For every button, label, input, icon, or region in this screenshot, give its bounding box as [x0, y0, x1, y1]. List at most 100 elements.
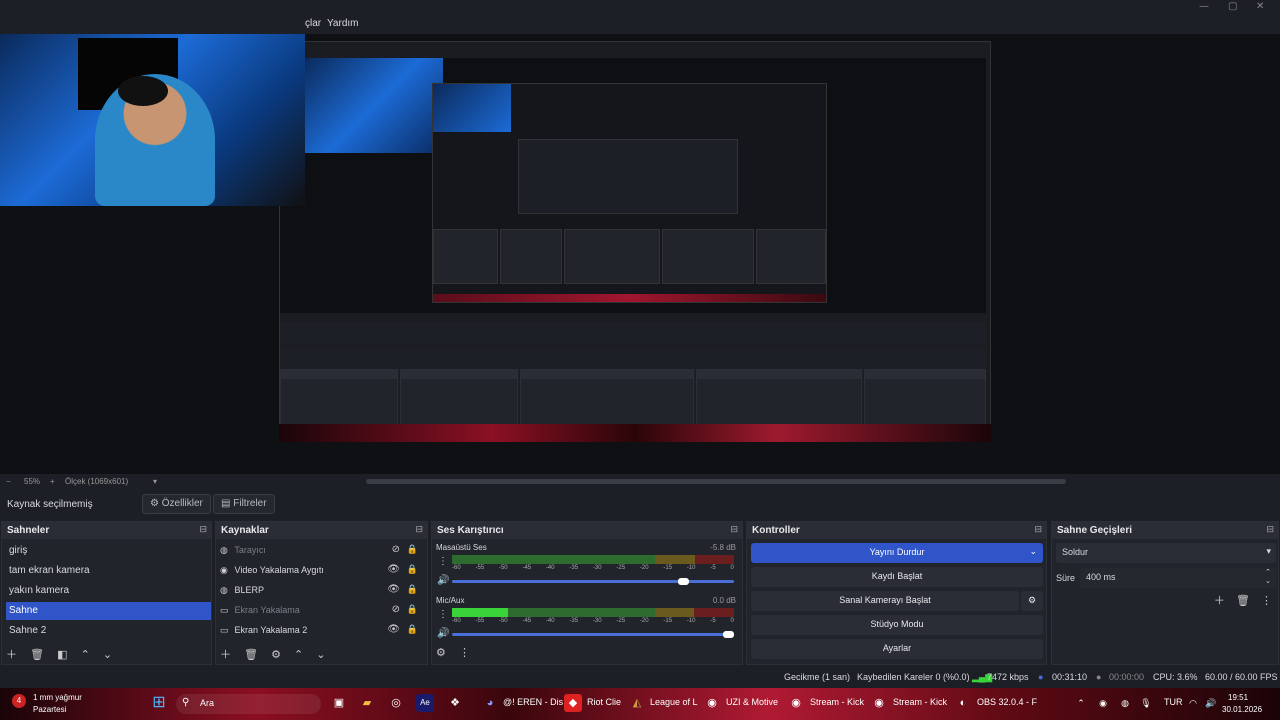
- volume-fader[interactable]: [452, 578, 734, 585]
- eye-hidden-icon[interactable]: ⊘: [392, 604, 400, 615]
- taskbar-app-riot[interactable]: Riot Clie: [587, 697, 621, 707]
- chrome-icon[interactable]: ◉: [787, 694, 805, 712]
- eye-icon[interactable]: 👁: [387, 584, 400, 595]
- eye-hidden-icon[interactable]: ⊘: [392, 544, 400, 555]
- taskbar-app-discord[interactable]: @! EREN - Dis: [503, 697, 563, 707]
- tray-chevron-icon[interactable]: ⌃: [1072, 694, 1090, 712]
- duration-input[interactable]: 400 ms ⌃ ⌄: [1080, 568, 1276, 588]
- chrome-icon[interactable]: ◉: [870, 694, 888, 712]
- channel-menu-icon[interactable]: ⋮: [438, 556, 448, 567]
- app-icon[interactable]: ❖: [446, 694, 464, 712]
- settings-button[interactable]: Ayarlar: [751, 639, 1043, 659]
- close-icon[interactable]: ✕: [1256, 1, 1264, 12]
- task-view-icon[interactable]: ▣: [330, 694, 348, 712]
- riot-icon[interactable]: ◆: [564, 694, 582, 712]
- transition-select[interactable]: Soldur ▾: [1056, 543, 1276, 563]
- dock-menu-icon[interactable]: ⊟: [415, 524, 423, 535]
- taskbar-app-uzi[interactable]: UZI & Motive: [726, 697, 778, 707]
- taskbar-app-stream1[interactable]: Stream - Kick: [810, 697, 864, 707]
- scene-item[interactable]: tam ekran kamera: [6, 562, 211, 580]
- add-scene-icon[interactable]: ＋: [6, 649, 17, 661]
- obs-icon[interactable]: ◐: [954, 694, 972, 712]
- steam-icon[interactable]: ◎: [387, 694, 405, 712]
- mixer-menu-icon[interactable]: ⋮: [459, 647, 470, 659]
- lock-icon[interactable]: 🔒: [407, 564, 418, 575]
- preview-canvas[interactable]: [0, 34, 1280, 474]
- network-icon[interactable]: ◠: [1184, 694, 1202, 712]
- virtual-camera-button[interactable]: Sanal Kamerayı Başlat: [751, 591, 1019, 611]
- file-explorer-icon[interactable]: ▰: [358, 694, 376, 712]
- source-item[interactable]: ◉ Video Yakalama Aygıtı 👁 🔒: [220, 562, 420, 580]
- advanced-audio-icon[interactable]: ⚙: [436, 647, 446, 659]
- taskbar-app-obs[interactable]: OBS 32.0.4 - F: [977, 697, 1037, 707]
- scene-item-selected[interactable]: Sahne: [6, 602, 211, 620]
- menu-item-help[interactable]: Yardım: [327, 18, 359, 29]
- virtual-camera-settings-icon[interactable]: ⚙: [1021, 591, 1043, 611]
- chrome-icon[interactable]: ◉: [703, 694, 721, 712]
- volume-fader[interactable]: [452, 631, 734, 638]
- start-record-button[interactable]: Kaydı Başlat: [751, 567, 1043, 587]
- dock-menu-icon[interactable]: ⊟: [730, 524, 738, 535]
- taskbar-search[interactable]: ⚲ Ara: [176, 694, 321, 714]
- after-effects-icon[interactable]: Ae: [416, 694, 434, 712]
- league-icon[interactable]: ◭: [628, 694, 646, 712]
- lock-icon[interactable]: 🔒: [407, 604, 418, 615]
- zoom-in-button[interactable]: +: [50, 477, 55, 486]
- volume-icon[interactable]: 🔊: [1202, 694, 1220, 712]
- taskbar-app-league[interactable]: League of L: [650, 697, 698, 707]
- add-transition-icon[interactable]: ＋: [1214, 595, 1225, 607]
- transition-menu-icon[interactable]: ⋮: [1261, 595, 1272, 607]
- clock-time[interactable]: 19:51: [1228, 693, 1248, 702]
- maximize-icon[interactable]: ▢: [1228, 1, 1237, 12]
- filters-button[interactable]: ▤ Filtreler: [213, 494, 275, 514]
- remove-source-icon[interactable]: 🗑: [244, 649, 258, 661]
- properties-button[interactable]: ⚙ Özellikler: [142, 494, 211, 514]
- discord-icon[interactable]: ◕: [481, 694, 499, 712]
- eye-icon[interactable]: 👁: [387, 564, 400, 575]
- horizontal-scrollbar[interactable]: [366, 479, 1066, 484]
- tray-app-icon[interactable]: ◉: [1094, 694, 1112, 712]
- dock-menu-icon[interactable]: ⊟: [1034, 524, 1042, 535]
- stop-stream-button[interactable]: Yayını Durdur ⌄: [751, 543, 1043, 563]
- scene-item[interactable]: yakın kamera: [6, 582, 211, 600]
- lock-icon[interactable]: 🔒: [407, 584, 418, 595]
- remove-scene-icon[interactable]: 🗑: [30, 649, 44, 661]
- source-item[interactable]: ▭ Ekran Yakalama ⊘ 🔒: [220, 602, 420, 620]
- weather-icon[interactable]: 4: [12, 694, 26, 708]
- scene-item[interactable]: Sahne 2: [6, 622, 211, 640]
- fader-knob[interactable]: [723, 631, 734, 638]
- source-item[interactable]: ▭ Ekran Yakalama 2 👁 🔒: [220, 622, 420, 640]
- move-up-icon[interactable]: ⌃: [294, 649, 303, 661]
- source-item[interactable]: ◍ Tarayıcı ⊘ 🔒: [220, 542, 420, 560]
- studio-mode-button[interactable]: Stüdyo Modu: [751, 615, 1043, 635]
- move-down-icon[interactable]: ⌄: [316, 649, 325, 661]
- scene-item[interactable]: giriş: [6, 542, 211, 560]
- dock-menu-icon[interactable]: ⊟: [199, 524, 207, 535]
- language-indicator[interactable]: TUR: [1164, 697, 1183, 707]
- channel-menu-icon[interactable]: ⋮: [438, 609, 448, 620]
- source-item[interactable]: ◍ BLERP 👁 🔒: [220, 582, 420, 600]
- lock-icon[interactable]: 🔒: [407, 624, 418, 635]
- fader-knob[interactable]: [677, 578, 689, 585]
- spinner-icon[interactable]: ⌃ ⌄: [1265, 568, 1271, 586]
- windows-start-icon[interactable]: ⊞: [150, 694, 168, 712]
- remove-transition-icon[interactable]: 🗑: [1236, 595, 1250, 607]
- taskbar-app-stream2[interactable]: Stream - Kick: [893, 697, 947, 707]
- speaker-icon[interactable]: 🔊: [437, 628, 449, 639]
- minimize-icon[interactable]: —: [1199, 1, 1209, 12]
- lock-icon[interactable]: 🔒: [407, 544, 418, 555]
- tray-app-icon[interactable]: ◍: [1116, 694, 1134, 712]
- microphone-icon[interactable]: 🎙: [1137, 694, 1155, 712]
- menu-item-tools[interactable]: çlar: [305, 18, 321, 29]
- speaker-icon[interactable]: 🔊: [437, 575, 449, 586]
- move-up-icon[interactable]: ⌃: [81, 649, 90, 661]
- source-properties-icon[interactable]: ⚙: [271, 649, 281, 661]
- zoom-out-button[interactable]: −: [6, 477, 11, 486]
- scale-dropdown-icon[interactable]: ▾: [153, 477, 157, 486]
- move-down-icon[interactable]: ⌄: [103, 649, 112, 661]
- dock-menu-icon[interactable]: ⊟: [1266, 524, 1274, 535]
- weather-text[interactable]: 1 mm yağmur: [33, 693, 82, 702]
- add-source-icon[interactable]: ＋: [220, 649, 231, 661]
- eye-icon[interactable]: 👁: [387, 624, 400, 635]
- chevron-down-icon[interactable]: ⌄: [1029, 546, 1037, 557]
